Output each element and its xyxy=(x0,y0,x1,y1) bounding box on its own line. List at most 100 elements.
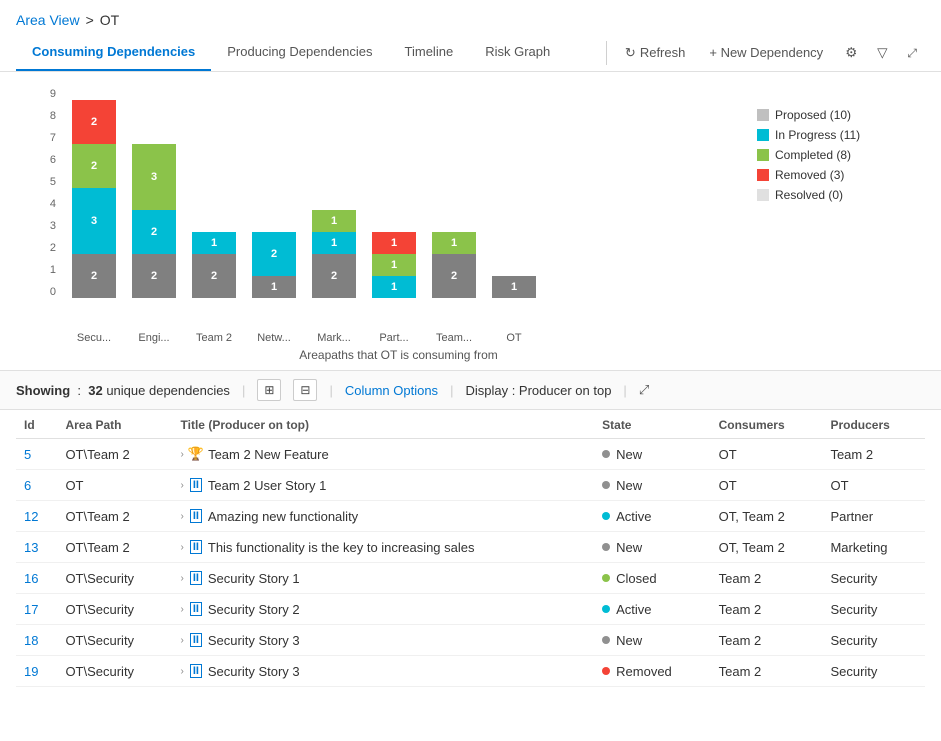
cell-producers: Security xyxy=(822,625,925,656)
table-row: 13OT\Team 2›IIThis functionality is the … xyxy=(16,532,925,563)
cell-title[interactable]: ›IISecurity Story 1 xyxy=(173,563,595,594)
id-link[interactable]: 13 xyxy=(24,540,38,555)
bar-group[interactable]: 2322 xyxy=(64,100,124,298)
cell-id[interactable]: 12 xyxy=(16,501,57,532)
cell-producers: Marketing xyxy=(822,532,925,563)
expand-table-icon[interactable]: ⤢ xyxy=(639,382,649,398)
bar-group[interactable]: 111 xyxy=(364,232,424,298)
expand-arrow[interactable]: › xyxy=(181,573,184,584)
expand-arrow[interactable]: › xyxy=(181,449,184,460)
table-row: 17OT\Security›IISecurity Story 2ActiveTe… xyxy=(16,594,925,625)
cell-id[interactable]: 5 xyxy=(16,439,57,470)
bar-divider-2: | xyxy=(329,383,332,398)
breadcrumb-parent[interactable]: Area View xyxy=(16,12,80,28)
bar-group[interactable]: 223 xyxy=(124,144,184,298)
nav-tabs: Consuming Dependencies Producing Depende… xyxy=(16,34,598,71)
cell-id[interactable]: 18 xyxy=(16,625,57,656)
id-link[interactable]: 12 xyxy=(24,509,38,524)
cell-title[interactable]: ›IIAmazing new functionality xyxy=(173,501,595,532)
state-label: New xyxy=(616,447,642,462)
x-label: Team 2 xyxy=(184,328,244,344)
expand-arrow[interactable]: › xyxy=(181,542,184,553)
cell-area-path: OT\Security xyxy=(57,625,172,656)
state-label: Active xyxy=(616,509,651,524)
collapse-rows-button[interactable]: ⊟ xyxy=(293,379,317,401)
cell-title[interactable]: ›🏆Team 2 New Feature xyxy=(173,439,595,470)
refresh-label: Refresh xyxy=(640,45,686,60)
showing-bar: Showing : 32 unique dependencies | ⊞ ⊟ |… xyxy=(0,370,941,410)
bar-segment-completed: 1 xyxy=(372,254,416,276)
expand-button[interactable]: ⤢ xyxy=(899,39,925,67)
bar-group[interactable]: 21 xyxy=(424,232,484,298)
tab-risk[interactable]: Risk Graph xyxy=(469,34,566,71)
expand-arrow[interactable]: › xyxy=(181,635,184,646)
gear-icon: ⚙ xyxy=(845,45,857,60)
cell-title[interactable]: ›IISecurity Story 3 xyxy=(173,656,595,687)
filter-button[interactable]: ▽ xyxy=(869,39,895,67)
tab-producing[interactable]: Producing Dependencies xyxy=(211,34,388,71)
cell-state: Active xyxy=(594,501,710,532)
col-header-producers: Producers xyxy=(822,410,925,439)
id-link[interactable]: 16 xyxy=(24,571,38,586)
id-link[interactable]: 5 xyxy=(24,447,31,462)
breadcrumb-separator: > xyxy=(86,12,94,28)
cell-id[interactable]: 16 xyxy=(16,563,57,594)
showing-text: Showing : 32 unique dependencies xyxy=(16,383,230,398)
bar-group[interactable]: 211 xyxy=(304,210,364,298)
expand-rows-button[interactable]: ⊞ xyxy=(257,379,281,401)
expand-arrow[interactable]: › xyxy=(181,480,184,491)
bar-group[interactable]: 1 xyxy=(484,276,544,298)
tab-timeline[interactable]: Timeline xyxy=(389,34,470,71)
legend-color-box xyxy=(757,129,769,141)
cell-producers: Security xyxy=(822,563,925,594)
bar-divider-4: | xyxy=(623,383,626,398)
cell-id[interactable]: 13 xyxy=(16,532,57,563)
cell-title[interactable]: ›IISecurity Story 3 xyxy=(173,625,595,656)
table-row: 12OT\Team 2›IIAmazing new functionalityA… xyxy=(16,501,925,532)
x-label: Engi... xyxy=(124,328,184,344)
id-link[interactable]: 6 xyxy=(24,478,31,493)
bar-segment-in_progress: 2 xyxy=(252,232,296,276)
data-table: Id Area Path Title (Producer on top) Sta… xyxy=(16,410,925,687)
cell-title[interactable]: ›IIThis functionality is the key to incr… xyxy=(173,532,595,563)
chart-caption: Areapaths that OT is consuming from xyxy=(24,344,733,362)
cell-title[interactable]: ›IITeam 2 User Story 1 xyxy=(173,470,595,501)
legend-label: Proposed (10) xyxy=(775,108,851,122)
cell-consumers: Team 2 xyxy=(711,625,823,656)
column-options-link[interactable]: Column Options xyxy=(345,383,438,398)
refresh-button[interactable]: ↻ Refresh xyxy=(615,39,695,67)
cell-id[interactable]: 19 xyxy=(16,656,57,687)
x-label: Team... xyxy=(424,328,484,344)
legend-item: Removed (3) xyxy=(757,168,917,182)
new-dependency-button[interactable]: + New Dependency xyxy=(699,39,833,66)
bar-segment-in_progress: 2 xyxy=(132,210,176,254)
legend-item: Resolved (0) xyxy=(757,188,917,202)
settings-button[interactable]: ⚙ xyxy=(837,39,865,67)
bar-segment-completed: 3 xyxy=(132,144,176,210)
cell-title[interactable]: ›IISecurity Story 2 xyxy=(173,594,595,625)
expand-arrow[interactable]: › xyxy=(181,511,184,522)
legend-color-box xyxy=(757,189,769,201)
bar-segment-removed: 2 xyxy=(72,100,116,144)
legend-item: Proposed (10) xyxy=(757,108,917,122)
bar-divider-1: | xyxy=(242,383,245,398)
bar-segment-proposed: 2 xyxy=(72,254,116,298)
id-link[interactable]: 19 xyxy=(24,664,38,679)
cell-consumers: OT xyxy=(711,439,823,470)
bar-group[interactable]: 21 xyxy=(184,232,244,298)
cell-id[interactable]: 6 xyxy=(16,470,57,501)
bar-segment-proposed: 2 xyxy=(192,254,236,298)
expand-arrow[interactable]: › xyxy=(181,604,184,615)
legend-label: In Progress (11) xyxy=(775,128,860,142)
table-row: 19OT\Security›IISecurity Story 3RemovedT… xyxy=(16,656,925,687)
id-link[interactable]: 17 xyxy=(24,602,38,617)
new-dependency-label: + New Dependency xyxy=(709,45,823,60)
cell-id[interactable]: 17 xyxy=(16,594,57,625)
bar-group[interactable]: 12 xyxy=(244,232,304,298)
id-link[interactable]: 18 xyxy=(24,633,38,648)
expand-arrow[interactable]: › xyxy=(181,666,184,677)
col-header-consumers: Consumers xyxy=(711,410,823,439)
title-text: Team 2 User Story 1 xyxy=(208,478,327,493)
work-item-icon: II xyxy=(188,601,204,617)
tab-consuming[interactable]: Consuming Dependencies xyxy=(16,34,211,71)
